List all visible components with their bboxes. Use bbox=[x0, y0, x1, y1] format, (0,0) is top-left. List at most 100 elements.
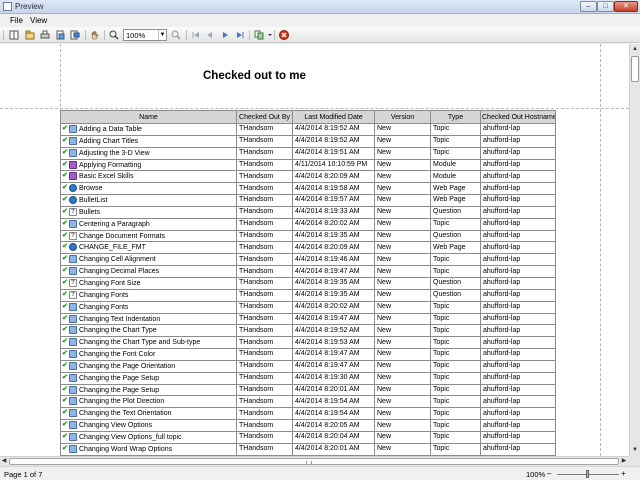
cell-name: ✔ CHANGE_FILE_FMT bbox=[60, 241, 237, 255]
module-icon bbox=[69, 172, 77, 181]
topic-icon bbox=[69, 148, 77, 157]
cell-checked-out-by: THandsom bbox=[236, 336, 293, 350]
menu-file[interactable]: File bbox=[10, 16, 23, 25]
cell-version: New bbox=[374, 276, 431, 290]
module-icon bbox=[69, 160, 77, 169]
chevron-down-icon[interactable]: ▼ bbox=[158, 30, 166, 40]
document-name: Changing Cell Alignment bbox=[79, 256, 156, 264]
margin-guide bbox=[600, 44, 601, 456]
chevron-down-icon[interactable] bbox=[265, 30, 272, 40]
cell-type: Module bbox=[430, 158, 481, 172]
cell-version: New bbox=[374, 324, 431, 338]
cell-last-modified: 4/4/2014 8:20:04 AM bbox=[292, 430, 375, 444]
topic-icon bbox=[69, 338, 77, 347]
table-row: ✔ Changing the Page Setup THandsom 4/4/2014… bbox=[60, 371, 556, 385]
cell-version: New bbox=[374, 383, 431, 397]
cell-checked-out-by: THandsom bbox=[236, 182, 293, 196]
cell-checked-out-by: THandsom bbox=[236, 229, 293, 243]
cell-type: Topic bbox=[430, 395, 481, 409]
document-name: BulletList bbox=[79, 196, 108, 204]
zoom-icon[interactable] bbox=[109, 30, 119, 40]
next-page-icon[interactable] bbox=[220, 30, 230, 40]
question-icon: ? bbox=[69, 231, 77, 240]
close-preview-icon[interactable] bbox=[279, 30, 289, 40]
export-icon[interactable] bbox=[70, 30, 80, 40]
multiple-pages-icon[interactable] bbox=[254, 30, 264, 40]
zoom-out-icon[interactable]: – bbox=[547, 469, 551, 478]
cell-last-modified: 4/4/2014 8:20:09 AM bbox=[292, 241, 375, 255]
minimize-button[interactable]: – bbox=[580, 1, 597, 12]
cell-name: ✔ Browse bbox=[60, 182, 237, 196]
zoom-combo[interactable]: 100% ▼ bbox=[123, 29, 167, 41]
check-icon: ✔ bbox=[62, 184, 68, 192]
document-name: Changing View Options_full topic bbox=[79, 433, 182, 441]
horizontal-scrollbar[interactable]: ◀ ▶ bbox=[0, 456, 629, 466]
cell-last-modified: 4/4/2014 8:19:54 AM bbox=[292, 395, 375, 409]
cell-last-modified: 4/4/2014 8:19:35 AM bbox=[292, 288, 375, 302]
cell-type: Topic bbox=[430, 359, 481, 373]
document-name: Changing Word Wrap Options bbox=[79, 445, 173, 453]
cell-last-modified: 4/11/2014 10:10:59 PM bbox=[292, 158, 375, 172]
print-icon[interactable] bbox=[40, 30, 50, 40]
check-icon: ✔ bbox=[62, 432, 68, 440]
cell-checked-out-by: THandsom bbox=[236, 146, 293, 160]
scroll-up-icon[interactable]: ▲ bbox=[631, 45, 639, 53]
cell-last-modified: 4/4/2014 8:19:52 AM bbox=[292, 123, 375, 136]
cell-checked-out-by: THandsom bbox=[236, 407, 293, 421]
question-icon: ? bbox=[69, 290, 77, 299]
check-icon: ✔ bbox=[62, 231, 68, 239]
document-name: Changing the Chart Type and Sub-type bbox=[79, 339, 201, 347]
scroll-right-icon[interactable]: ▶ bbox=[620, 457, 628, 466]
horizontal-scroll-thumb[interactable] bbox=[9, 458, 619, 465]
check-icon: ✔ bbox=[62, 326, 68, 334]
app-icon bbox=[3, 2, 12, 11]
last-page-icon[interactable] bbox=[235, 30, 245, 40]
scroll-left-icon[interactable]: ◀ bbox=[0, 457, 8, 466]
zoom-slider-thumb[interactable] bbox=[586, 470, 589, 478]
menu-view[interactable]: View bbox=[30, 16, 47, 25]
document-name: Changing the Page Setup bbox=[79, 386, 160, 394]
check-icon: ✔ bbox=[62, 160, 68, 168]
cell-name: ✔ Changing Decimal Places bbox=[60, 265, 237, 278]
document-name: Adding a Data Table bbox=[79, 125, 142, 133]
first-page-icon[interactable] bbox=[191, 30, 201, 40]
cell-name: ✔? Change Document Formats bbox=[60, 229, 237, 243]
table-row: ✔ Browse THandsom 4/4/2014 8:19:58 AM New Web… bbox=[60, 182, 556, 196]
previous-page-icon[interactable] bbox=[205, 30, 215, 40]
open-icon[interactable] bbox=[25, 30, 35, 40]
cell-version: New bbox=[374, 253, 431, 267]
topic-icon bbox=[69, 361, 77, 370]
zoom-in-icon[interactable]: + bbox=[621, 469, 626, 478]
vertical-scroll-thumb[interactable] bbox=[631, 56, 639, 82]
scrollbar-corner bbox=[629, 456, 640, 466]
check-icon: ✔ bbox=[62, 278, 68, 286]
table-row: ✔ Changing Word Wrap Options THandsom 4/4/2… bbox=[60, 442, 556, 456]
table-row: ✔ Adding Chart Titles THandsom 4/4/2014 8:1… bbox=[60, 134, 556, 148]
book-icon[interactable] bbox=[9, 30, 19, 40]
table-row: ✔ Changing the Chart Type THandsom 4/4/2014… bbox=[60, 324, 556, 338]
cell-name: ✔ BulletList bbox=[60, 194, 237, 207]
table-row: ✔ Changing Text Indentation THandsom 4/4/20… bbox=[60, 312, 556, 326]
document-name: Changing Decimal Places bbox=[79, 267, 160, 275]
close-button[interactable]: ✕ bbox=[614, 1, 638, 12]
maximize-button[interactable]: □ bbox=[597, 1, 614, 12]
page-setup-icon[interactable] bbox=[55, 30, 65, 40]
document-name: Changing Font Size bbox=[79, 279, 141, 287]
vertical-scrollbar[interactable]: ▲ ▼ bbox=[629, 44, 640, 456]
table-row: ✔ Changing View Options_full topic THandso… bbox=[60, 430, 556, 444]
topic-icon bbox=[69, 136, 77, 145]
cell-type: Topic bbox=[430, 442, 481, 456]
cell-hostname: ahufford-lap bbox=[480, 146, 556, 160]
zoom-in-icon[interactable] bbox=[171, 30, 181, 40]
cell-version: New bbox=[374, 265, 431, 278]
cell-version: New bbox=[374, 182, 431, 196]
cell-hostname: ahufford-lap bbox=[480, 217, 556, 231]
table-row: ✔ Basic Excel Skills THandsom 4/4/2014 8:20… bbox=[60, 170, 556, 184]
hand-tool-icon[interactable] bbox=[90, 30, 100, 40]
check-icon: ✔ bbox=[62, 338, 68, 346]
scroll-down-icon[interactable]: ▼ bbox=[631, 446, 639, 454]
cell-version: New bbox=[374, 371, 431, 385]
cell-last-modified: 4/4/2014 8:19:30 AM bbox=[292, 371, 375, 385]
cell-checked-out-by: THandsom bbox=[236, 205, 293, 219]
report-preview-area[interactable]: Checked out to me Name Checked Out By La… bbox=[0, 44, 629, 456]
